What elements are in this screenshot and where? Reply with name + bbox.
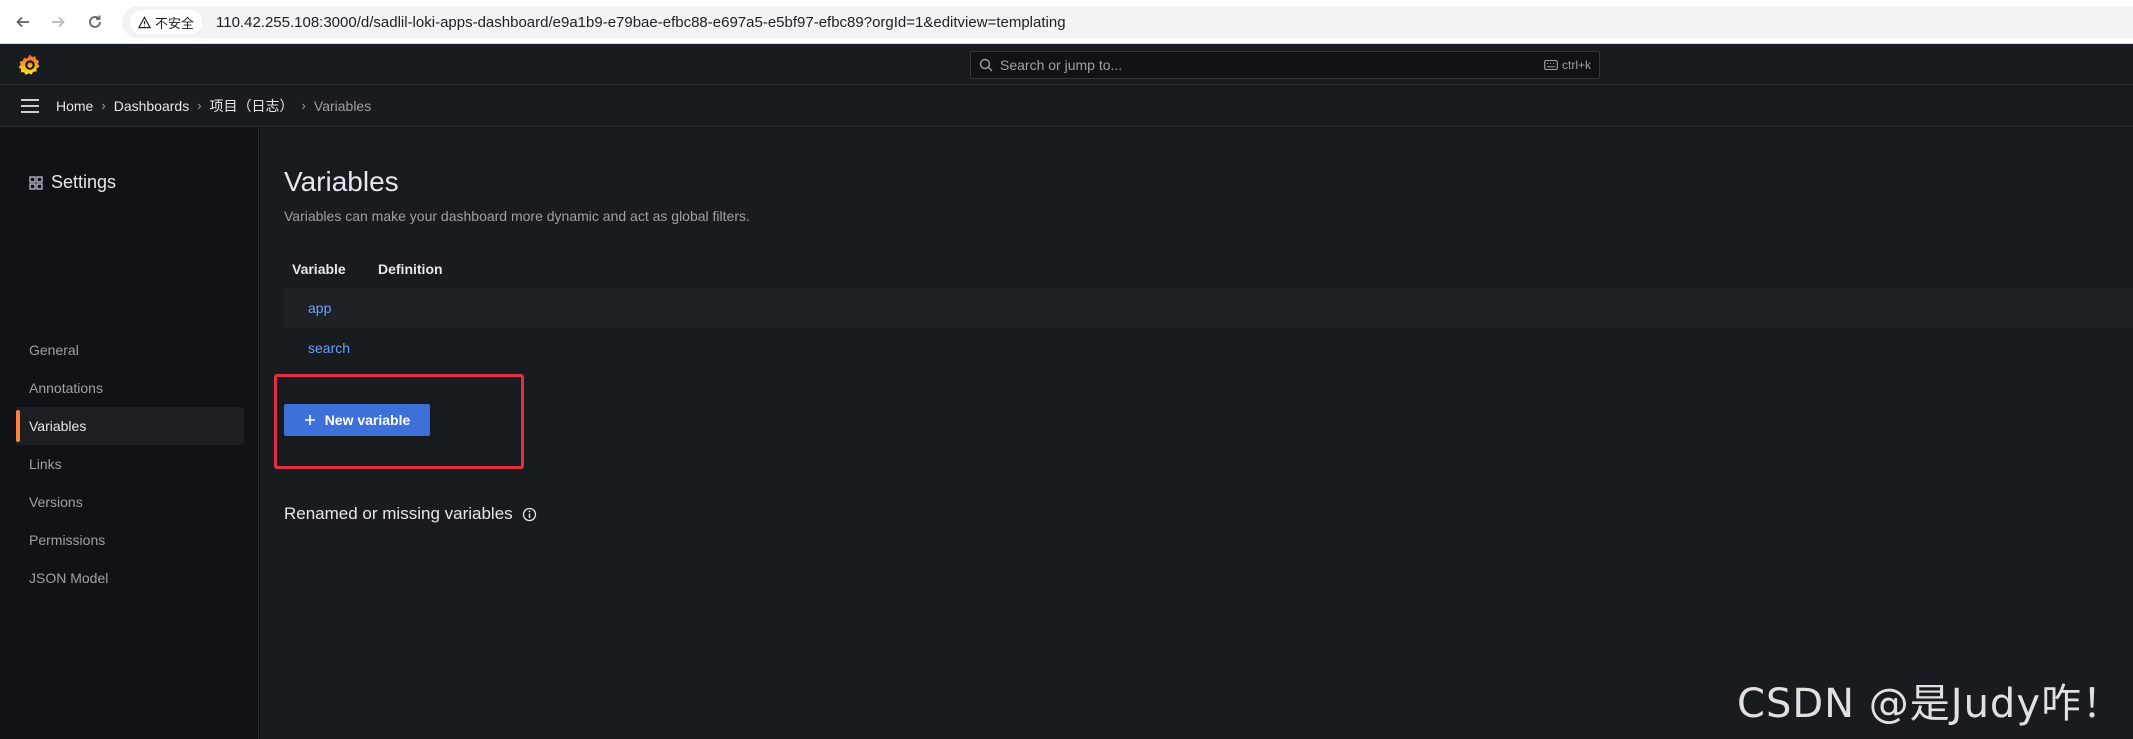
address-bar[interactable]: 不安全 110.42.255.108:3000/d/sadlil-loki-ap… xyxy=(122,6,2133,38)
url-text[interactable]: 110.42.255.108:3000/d/sadlil-loki-apps-d… xyxy=(216,14,1066,31)
settings-nav: General Annotations Variables Links Vers… xyxy=(16,331,244,597)
variables-table: Variable Definition app search xyxy=(284,250,2133,368)
column-header-definition: Definition xyxy=(378,261,443,277)
browser-toolbar: 不安全 110.42.255.108:3000/d/sadlil-loki-ap… xyxy=(0,0,2133,44)
settings-header: Settings xyxy=(29,172,116,193)
renamed-variables-label: Renamed or missing variables xyxy=(284,504,513,523)
info-icon[interactable] xyxy=(522,507,537,522)
sidebar-item-json-model[interactable]: JSON Model xyxy=(16,559,244,597)
breadcrumb-current: Variables xyxy=(313,97,372,114)
shortcut-text: ctrl+k xyxy=(1561,58,1591,72)
page-title: Variables xyxy=(284,166,399,197)
insecure-label: 不安全 xyxy=(155,16,195,32)
breadcrumb-dashboards[interactable]: Dashboards xyxy=(114,98,190,114)
breadcrumb-bar: Home › Dashboards › 项目（日志） › Variables xyxy=(0,85,2133,127)
hamburger-menu-icon[interactable] xyxy=(20,98,40,114)
page-subtitle: Variables can make your dashboard more d… xyxy=(284,208,750,224)
sidebar-item-versions[interactable]: Versions xyxy=(16,483,244,521)
plus-icon xyxy=(304,415,315,425)
grafana-topbar: Search or jump to... ctrl+k xyxy=(0,44,2133,85)
sidebar-item-permissions[interactable]: Permissions xyxy=(16,521,244,559)
breadcrumb-dashboard[interactable]: 项目（日志） xyxy=(210,96,294,116)
settings-sidebar: Settings General Annotations Variables L… xyxy=(0,128,259,739)
variable-link-search[interactable]: search xyxy=(284,340,350,356)
sidebar-item-general[interactable]: General xyxy=(16,331,244,369)
warning-icon xyxy=(138,15,151,28)
search-input[interactable]: Search or jump to... ctrl+k xyxy=(970,51,1600,79)
table-header: Variable Definition xyxy=(284,250,2133,288)
sidebar-item-links[interactable]: Links xyxy=(16,445,244,483)
breadcrumb-separator: › xyxy=(301,98,306,113)
shortcut-hint: ctrl+k xyxy=(1544,58,1591,72)
breadcrumb-home[interactable]: Home xyxy=(56,98,93,114)
apps-icon xyxy=(29,175,43,190)
new-variable-label: New variable xyxy=(324,412,411,428)
breadcrumb-separator: › xyxy=(197,98,202,113)
search-placeholder: Search or jump to... xyxy=(1000,57,1123,73)
settings-title: Settings xyxy=(51,172,117,192)
reload-icon[interactable] xyxy=(84,11,106,33)
search-icon xyxy=(979,58,993,72)
security-chip[interactable]: 不安全 xyxy=(130,10,203,34)
renamed-variables-section: Renamed or missing variables xyxy=(284,504,537,524)
sidebar-item-variables[interactable]: Variables xyxy=(16,407,244,445)
breadcrumb-separator: › xyxy=(101,98,106,113)
grafana-logo-icon[interactable] xyxy=(18,53,42,77)
variables-page: Variables Variables can make your dashbo… xyxy=(260,128,2133,739)
forward-icon[interactable] xyxy=(47,11,69,33)
table-row: search xyxy=(284,328,2133,368)
sidebar-item-annotations[interactable]: Annotations xyxy=(16,369,244,407)
table-row: app xyxy=(284,288,2133,328)
back-icon[interactable] xyxy=(12,11,34,33)
keyboard-icon xyxy=(1544,59,1558,71)
breadcrumb: Home › Dashboards › 项目（日志） › Variables xyxy=(56,96,371,116)
column-header-variable: Variable xyxy=(292,261,346,277)
variable-link-app[interactable]: app xyxy=(284,300,331,316)
watermark-text: CSDN @是Judy咋！ xyxy=(1737,681,2123,727)
new-variable-button[interactable]: New variable xyxy=(284,404,430,436)
